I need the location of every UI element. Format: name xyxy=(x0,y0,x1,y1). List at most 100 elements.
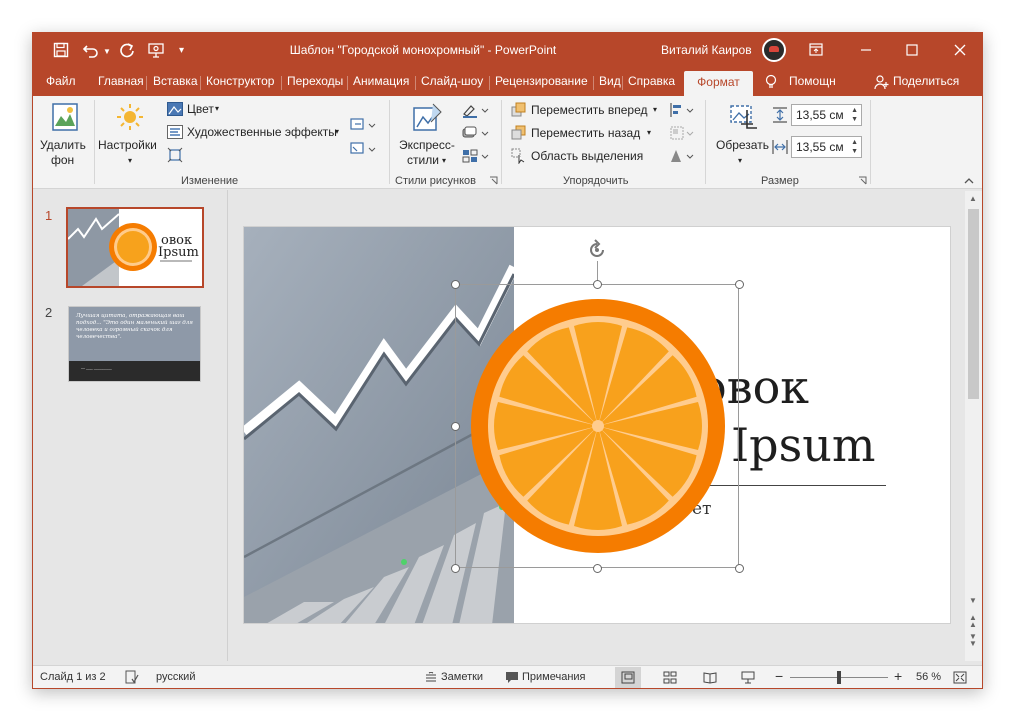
undo-dropdown-icon[interactable]: ▼ xyxy=(103,43,111,61)
corrections-button[interactable]: Настройки ▾ xyxy=(97,100,163,170)
align-icon[interactable] xyxy=(669,102,697,118)
compress-pictures-icon[interactable] xyxy=(167,147,183,163)
tab-slideshow[interactable]: Слайд-шоу xyxy=(421,74,483,88)
zoom-in-icon[interactable]: + xyxy=(894,668,902,684)
scroll-down-icon[interactable]: ▼ xyxy=(969,596,977,605)
resize-handle-bottom-right[interactable] xyxy=(735,564,744,573)
shape-width-value: 13,55 см xyxy=(796,140,844,154)
tab-transitions[interactable]: Переходы xyxy=(287,74,343,88)
notes-button[interactable]: Заметки xyxy=(441,671,483,683)
ribbon-tabs: Файл Главная Вставка Конструктор Переход… xyxy=(33,66,982,96)
zoom-slider-thumb[interactable] xyxy=(837,671,841,684)
slide-thumbnail-1[interactable]: овок Ipsum xyxy=(66,207,204,288)
previous-slide-icon[interactable]: ▲ ▲ xyxy=(969,614,977,629)
tab-design[interactable]: Конструктор xyxy=(206,74,274,88)
fit-to-window-icon[interactable] xyxy=(953,671,967,684)
group-separator xyxy=(389,100,390,184)
group-objects-icon[interactable] xyxy=(669,125,697,141)
artistic-effects-button[interactable]: Художественные эффекты ▾ xyxy=(167,124,377,142)
chevron-down-icon: ▾ xyxy=(647,128,652,137)
tab-format[interactable]: Формат xyxy=(684,71,753,96)
resize-handle-bottom-left[interactable] xyxy=(451,564,460,573)
language[interactable]: русский xyxy=(156,671,195,683)
resize-handle-top-right[interactable] xyxy=(735,280,744,289)
scroll-up-icon[interactable]: ▲ xyxy=(969,194,977,203)
slide-thumbnail-2[interactable]: Лучшая цитата, отражающая ваш подход... … xyxy=(68,306,201,382)
crop-button[interactable]: Обрезать ▾ xyxy=(713,100,769,170)
save-icon[interactable] xyxy=(53,42,69,58)
resize-handle-left[interactable] xyxy=(451,422,460,431)
slide-canvas[interactable]: овок Ipsum ет xyxy=(243,226,951,624)
redo-icon[interactable] xyxy=(119,42,135,58)
remove-background-button[interactable]: Удалить фон xyxy=(39,100,91,170)
tab-separator xyxy=(489,76,490,90)
rotation-handle-icon[interactable] xyxy=(586,239,608,261)
lightbulb-icon[interactable] xyxy=(764,74,778,90)
spin-arrows-icon[interactable]: ▲ ▼ xyxy=(851,138,858,156)
color-button[interactable]: Цвет ▾ xyxy=(167,101,227,119)
maximize-icon[interactable] xyxy=(897,39,927,61)
send-backward-label: Переместить назад xyxy=(531,126,641,140)
tab-help[interactable]: Справка xyxy=(628,74,675,88)
resize-handle-top-left[interactable] xyxy=(451,280,460,289)
tab-insert[interactable]: Вставка xyxy=(153,74,198,88)
present-from-start-icon[interactable] xyxy=(147,41,165,59)
quick-styles-label-2: стили xyxy=(407,153,439,167)
picture-border-icon[interactable] xyxy=(461,102,491,118)
orange-slice-image[interactable] xyxy=(470,298,726,554)
group-separator xyxy=(501,100,502,184)
next-slide-icon[interactable]: ▼ ▼ xyxy=(969,633,977,648)
shape-width-input[interactable]: 13,55 см ▲ ▼ xyxy=(791,136,862,158)
close-icon[interactable] xyxy=(945,39,975,61)
reading-view-icon[interactable] xyxy=(703,671,717,684)
change-picture-icon[interactable] xyxy=(349,117,379,133)
dialog-launcher-icon[interactable] xyxy=(489,176,498,185)
zoom-slider[interactable] xyxy=(790,671,888,684)
bring-forward-button[interactable]: Переместить вперед ▾ xyxy=(511,101,671,119)
resize-handle-bottom[interactable] xyxy=(593,564,602,573)
send-backward-button[interactable]: Переместить назад ▾ xyxy=(511,124,671,142)
picture-effects-icon[interactable] xyxy=(461,125,491,141)
color-label: Цвет xyxy=(187,102,214,116)
collapse-ribbon-icon[interactable] xyxy=(963,176,975,186)
dialog-launcher-icon[interactable] xyxy=(858,176,867,185)
user-name[interactable]: Виталий Каиров xyxy=(661,43,752,57)
reset-picture-icon[interactable] xyxy=(349,141,379,157)
tab-view[interactable]: Вид xyxy=(599,74,621,88)
selection-pane-button[interactable]: Область выделения xyxy=(511,147,651,165)
undo-icon[interactable] xyxy=(82,42,100,58)
avatar[interactable] xyxy=(762,38,786,62)
group-size-label: Размер xyxy=(761,175,799,187)
tab-home[interactable]: Главная xyxy=(98,74,144,88)
spell-check-icon[interactable] xyxy=(125,670,139,684)
comments-button[interactable]: Примечания xyxy=(522,671,586,683)
zoom-out-icon[interactable]: − xyxy=(775,668,783,684)
tab-tell-me[interactable]: Помощн xyxy=(789,74,836,88)
chevron-down-icon: ▾ xyxy=(738,156,743,165)
vertical-scrollbar[interactable]: ▲ ▼ ▲ ▲ ▼ ▼ xyxy=(965,191,982,661)
customize-icon[interactable]: ▾ xyxy=(179,42,184,60)
slide-title-line-2[interactable]: Ipsum xyxy=(731,420,875,470)
shape-height-input[interactable]: 13,55 см ▲ ▼ xyxy=(791,104,862,126)
tab-animation[interactable]: Анимация xyxy=(353,74,409,88)
spin-arrows-icon[interactable]: ▲ ▼ xyxy=(851,106,858,124)
zoom-level[interactable]: 56 % xyxy=(916,671,941,683)
send-backward-icon xyxy=(511,125,526,140)
picture-layout-icon[interactable] xyxy=(461,148,491,164)
tab-file[interactable]: Файл xyxy=(46,74,76,88)
resize-handle-top[interactable] xyxy=(593,280,602,289)
rotate-icon[interactable] xyxy=(669,148,697,164)
tab-share[interactable]: Поделиться xyxy=(893,74,959,88)
slide-counter[interactable]: Слайд 1 из 2 xyxy=(40,671,106,683)
normal-view-icon[interactable] xyxy=(621,671,635,684)
ribbon-display-icon[interactable] xyxy=(801,39,831,61)
slideshow-icon[interactable] xyxy=(741,671,755,684)
tab-review[interactable]: Рецензирование xyxy=(495,74,588,88)
tab-separator xyxy=(200,76,201,90)
minimize-icon[interactable] xyxy=(851,39,881,61)
shape-height-value: 13,55 см xyxy=(796,108,844,122)
scrollbar-thumb[interactable] xyxy=(968,209,979,399)
share-icon[interactable] xyxy=(873,74,889,90)
quick-styles-button[interactable]: Экспресс- стили ▾ xyxy=(395,100,459,170)
slide-sorter-icon[interactable] xyxy=(663,671,677,684)
